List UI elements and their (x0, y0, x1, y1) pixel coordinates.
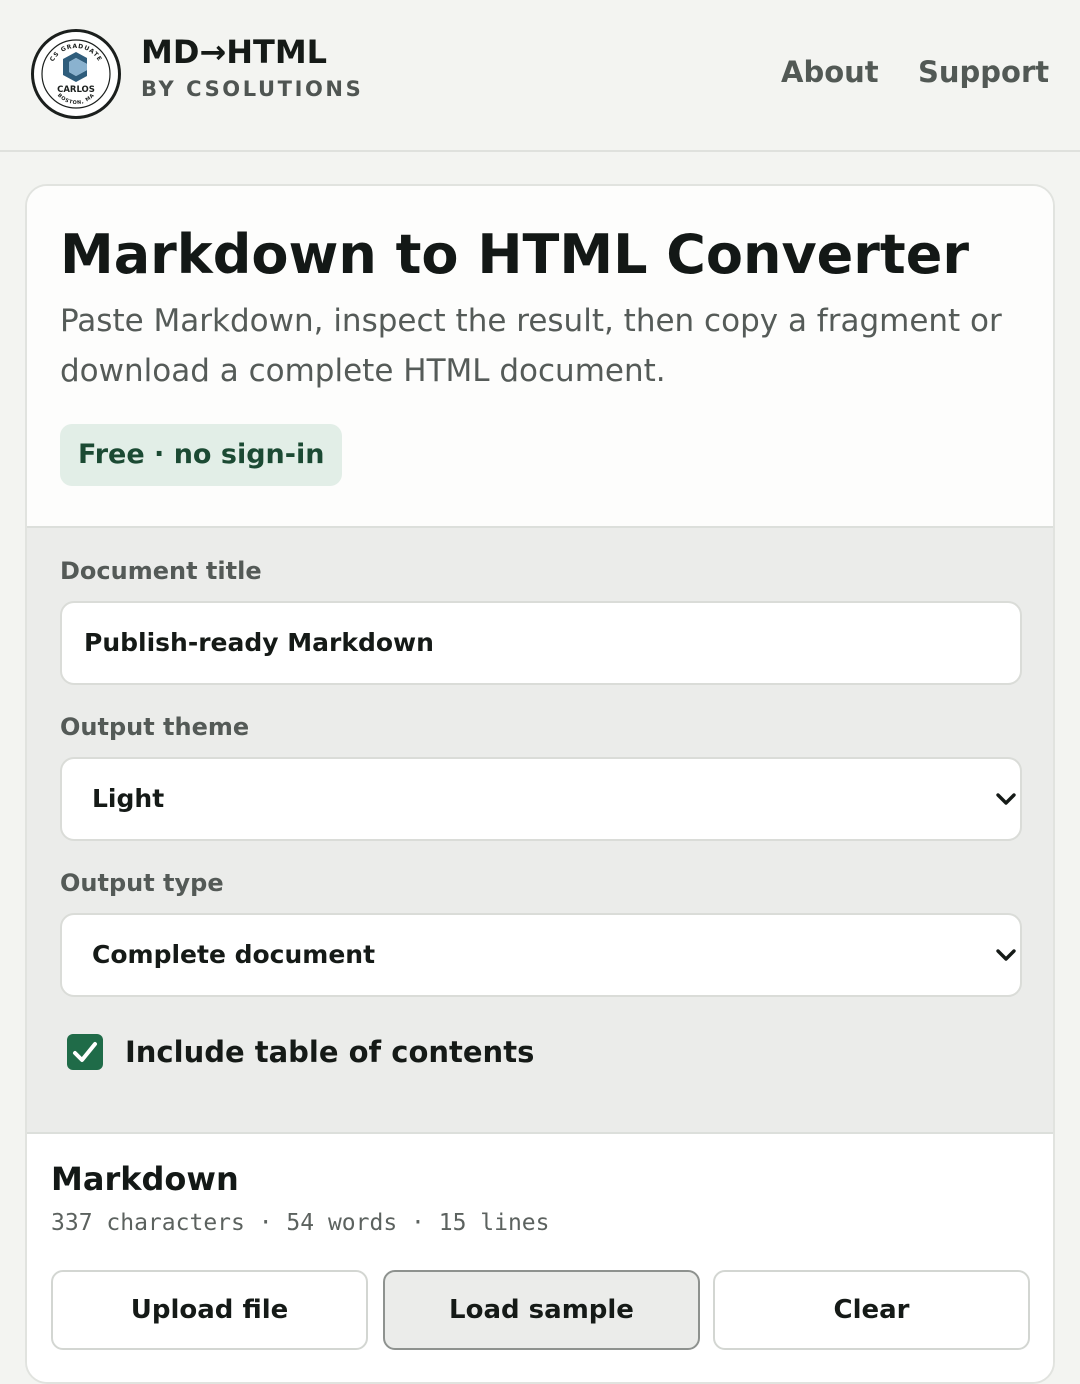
page-description: Paste Markdown, inspect the result, then… (60, 303, 1002, 389)
output-type-label: Output type (60, 869, 224, 897)
graduate-logo-icon[interactable]: CS GRADUATE BOSTON, MA CARLOS (31, 29, 121, 119)
toc-checkbox-row[interactable]: Include table of contents (67, 1032, 667, 1072)
output-theme-label: Output theme (60, 713, 250, 741)
markdown-stats: 337 characters · 54 words · 15 lines (51, 1210, 550, 1236)
free-badge: Free · no sign-in (60, 424, 343, 486)
hero-section: Markdown to HTML Converter Paste Markdow… (27, 186, 1053, 528)
clear-button[interactable]: Clear (713, 1270, 1030, 1350)
chevron-down-icon (996, 793, 1016, 805)
output-type-value: Complete document (92, 940, 376, 969)
markdown-heading: Markdown (51, 1160, 239, 1198)
converter-card: Markdown to HTML Converter Paste Markdow… (25, 184, 1055, 1384)
site-header: CS GRADUATE BOSTON, MA CARLOS MD→HTML BY… (0, 0, 1080, 152)
output-theme-value: Light (92, 784, 165, 813)
options-panel: Document title Publish-ready Markdown Ou… (27, 528, 1053, 1134)
chevron-down-icon (996, 949, 1016, 961)
toc-checkbox-label: Include table of contents (125, 1035, 535, 1069)
document-title-label: Document title (60, 557, 262, 585)
svg-text:CARLOS: CARLOS (57, 85, 95, 95)
page-title: Markdown to HTML Converter (60, 223, 969, 286)
nav-support-link[interactable]: Support (918, 54, 1049, 90)
output-type-select[interactable]: Complete document (60, 913, 1022, 997)
upload-file-button[interactable]: Upload file (51, 1270, 368, 1350)
document-title-value: Publish-ready Markdown (84, 628, 434, 657)
markdown-section: Markdown 337 characters · 54 words · 15 … (27, 1134, 1053, 1382)
load-sample-button[interactable]: Load sample (383, 1270, 700, 1350)
nav-about-link[interactable]: About (781, 54, 879, 90)
output-theme-select[interactable]: Light (60, 757, 1022, 841)
brand-title[interactable]: MD→HTML (141, 32, 327, 72)
checkmark-icon (73, 1042, 97, 1062)
toc-checkbox[interactable] (67, 1034, 103, 1070)
document-title-input[interactable]: Publish-ready Markdown (60, 601, 1022, 685)
brand-subtitle: BY CSOLUTIONS (141, 77, 364, 101)
